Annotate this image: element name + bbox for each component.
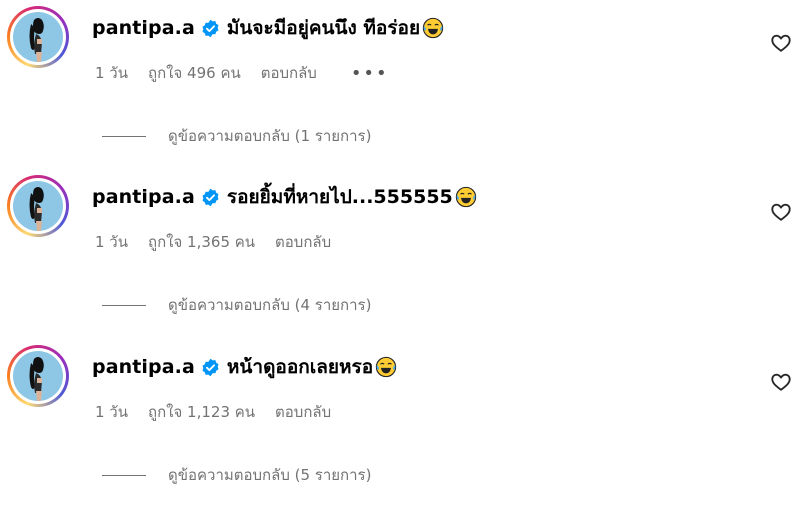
view-replies-label: ดูข้อความตอบกลับ (4 รายการ) bbox=[168, 296, 372, 314]
heart-outline-icon[interactable] bbox=[770, 201, 792, 223]
comment-time[interactable]: 1 วัน bbox=[95, 230, 128, 254]
comment-header: pantipa.a รอยยิ้มที่หายไป...555555 bbox=[92, 183, 477, 211]
divider bbox=[102, 135, 146, 137]
reply-button[interactable]: ตอบกลับ bbox=[275, 230, 331, 254]
avatar-image bbox=[29, 187, 44, 231]
verified-badge-icon bbox=[202, 188, 219, 206]
avatar[interactable] bbox=[7, 6, 69, 68]
avatar-image bbox=[29, 357, 44, 401]
comment-item: pantipa.a หน้าดูออกเลยหรอ 1 วัน ถูกใจ 1,… bbox=[0, 345, 800, 515]
more-options-icon[interactable]: ••• bbox=[351, 63, 389, 84]
like-count[interactable]: ถูกใจ 496 คน bbox=[148, 61, 241, 85]
reply-button[interactable]: ตอบกลับ bbox=[261, 61, 317, 85]
comment-text: หน้าดูออกเลยหรอ bbox=[226, 356, 374, 378]
view-replies-label: ดูข้อความตอบกลับ (1 รายการ) bbox=[168, 127, 372, 145]
laughing-tears-emoji-icon bbox=[455, 186, 476, 208]
reply-button[interactable]: ตอบกลับ bbox=[275, 400, 331, 424]
view-replies-button[interactable]: ดูข้อความตอบกลับ (1 รายการ) bbox=[102, 124, 371, 148]
view-replies-label: ดูข้อความตอบกลับ (5 รายการ) bbox=[168, 466, 372, 484]
username[interactable]: pantipa.a bbox=[92, 17, 195, 39]
comment-header: pantipa.a หน้าดูออกเลยหรอ bbox=[92, 353, 397, 381]
avatar-image bbox=[29, 18, 44, 62]
avatar[interactable] bbox=[7, 345, 69, 407]
comment-text: มันจะมีอยู่คนนึง ทีอร่อย bbox=[226, 17, 421, 39]
divider bbox=[102, 304, 146, 306]
divider bbox=[102, 474, 146, 476]
username[interactable]: pantipa.a bbox=[92, 356, 195, 378]
heart-outline-icon[interactable] bbox=[770, 32, 792, 54]
like-count[interactable]: ถูกใจ 1,123 คน bbox=[148, 400, 255, 424]
like-count[interactable]: ถูกใจ 1,365 คน bbox=[148, 230, 255, 254]
view-replies-button[interactable]: ดูข้อความตอบกลับ (4 รายการ) bbox=[102, 293, 371, 317]
verified-badge-icon bbox=[202, 19, 219, 37]
comment-meta: 1 วัน ถูกใจ 1,365 คน ตอบกลับ bbox=[95, 230, 351, 254]
comment-item: pantipa.a รอยยิ้มที่หายไป...555555 1 วัน… bbox=[0, 175, 800, 345]
avatar[interactable] bbox=[7, 175, 69, 237]
view-replies-button[interactable]: ดูข้อความตอบกลับ (5 รายการ) bbox=[102, 463, 371, 487]
laughing-tears-emoji-icon bbox=[375, 356, 397, 378]
heart-outline-icon[interactable] bbox=[770, 371, 792, 393]
comment-meta: 1 วัน ถูกใจ 496 คน ตอบกลับ ••• bbox=[95, 61, 409, 85]
comment-time[interactable]: 1 วัน bbox=[95, 61, 128, 85]
comment-header: pantipa.a มันจะมีอยู่คนนึง ทีอร่อย bbox=[92, 14, 444, 42]
comment-time[interactable]: 1 วัน bbox=[95, 400, 128, 424]
verified-badge-icon bbox=[202, 358, 219, 376]
comment-text: รอยยิ้มที่หายไป...555555 bbox=[226, 186, 453, 208]
comment-meta: 1 วัน ถูกใจ 1,123 คน ตอบกลับ bbox=[95, 400, 351, 424]
laughing-tears-emoji-icon bbox=[422, 17, 444, 39]
comment-item: pantipa.a มันจะมีอยู่คนนึง ทีอร่อย 1 วัน… bbox=[0, 6, 800, 176]
username[interactable]: pantipa.a bbox=[92, 186, 195, 208]
